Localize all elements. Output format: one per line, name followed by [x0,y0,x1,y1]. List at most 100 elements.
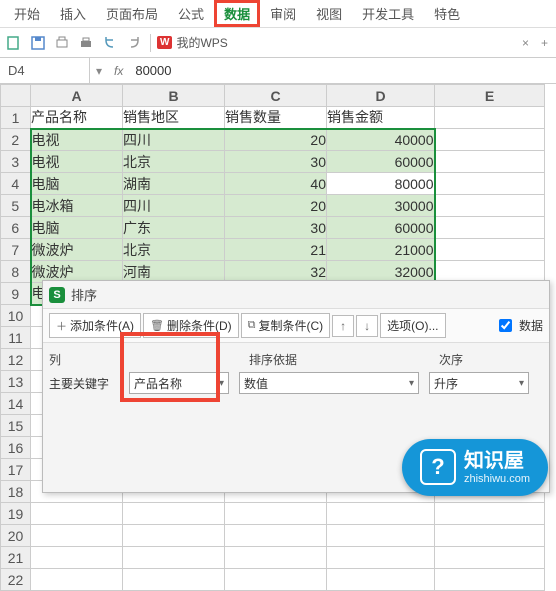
cell[interactable]: 40000 [327,129,435,151]
cell[interactable]: 电冰箱 [31,195,123,217]
cell[interactable]: 湖南 [123,173,225,195]
menu-review[interactable]: 审阅 [260,0,306,27]
print-icon[interactable] [76,33,96,53]
wps-label[interactable]: 我的WPS [176,34,227,51]
cell[interactable] [435,195,545,217]
cell[interactable]: 四川 [123,129,225,151]
row-header[interactable]: 9 [1,283,31,305]
cell[interactable] [435,525,545,547]
cell[interactable] [225,525,327,547]
cell[interactable] [435,547,545,569]
cell[interactable] [31,525,123,547]
cell[interactable] [225,503,327,525]
cell[interactable]: 北京 [123,151,225,173]
cell[interactable]: 产品名称 [31,107,123,129]
cell[interactable] [435,239,545,261]
menu-start[interactable]: 开始 [4,0,50,27]
cell[interactable] [327,503,435,525]
options-button[interactable]: 选项(O)... [380,313,445,338]
menu-special[interactable]: 特色 [424,0,470,27]
cell[interactable] [327,569,435,591]
cell[interactable]: 销售数量 [225,107,327,129]
cell[interactable]: 21 [225,239,327,261]
row-header[interactable]: 21 [1,547,31,569]
cell[interactable] [123,525,225,547]
cell[interactable] [435,503,545,525]
row-header[interactable]: 14 [1,393,31,415]
row-header[interactable]: 6 [1,217,31,239]
new-file-icon[interactable] [4,33,24,53]
col-header-D[interactable]: D [327,85,435,107]
cell[interactable]: 微波炉 [31,239,123,261]
cell[interactable] [31,569,123,591]
cell[interactable]: 电脑 [31,217,123,239]
row-header[interactable]: 1 [1,107,31,129]
name-box-dropdown-icon[interactable]: ▾ [90,64,108,78]
row-header[interactable]: 4 [1,173,31,195]
cell[interactable]: 20 [225,129,327,151]
cell[interactable] [225,547,327,569]
cell[interactable]: 销售地区 [123,107,225,129]
cell[interactable]: 电视 [31,151,123,173]
row-header[interactable]: 13 [1,371,31,393]
header-checkbox[interactable]: 数据 [495,316,543,335]
menu-pagelayout[interactable]: 页面布局 [96,0,168,27]
delete-condition-button[interactable]: 🗑删除条件(D) [143,313,239,338]
tab-add-icon[interactable]: + [541,36,548,50]
row-header[interactable]: 20 [1,525,31,547]
header-checkbox-input[interactable] [499,319,512,332]
col-header-B[interactable]: B [123,85,225,107]
row-header[interactable]: 11 [1,327,31,349]
cell[interactable] [31,503,123,525]
row-header[interactable]: 10 [1,305,31,327]
save-icon[interactable] [28,33,48,53]
cell[interactable] [123,547,225,569]
print-preview-icon[interactable] [52,33,72,53]
cell[interactable] [327,525,435,547]
cell[interactable]: 30000 [327,195,435,217]
col-header-E[interactable]: E [435,85,545,107]
cell[interactable]: 北京 [123,239,225,261]
row-header[interactable]: 12 [1,349,31,371]
col-header-C[interactable]: C [225,85,327,107]
sort-basis-select[interactable]: 数值▾ [239,372,419,394]
cell[interactable] [435,569,545,591]
cell[interactable]: 20 [225,195,327,217]
row-header[interactable]: 17 [1,459,31,481]
menu-view[interactable]: 视图 [306,0,352,27]
row-header[interactable]: 22 [1,569,31,591]
cell[interactable]: 30 [225,151,327,173]
cell[interactable]: 30 [225,217,327,239]
cell[interactable]: 电脑 [31,173,123,195]
cell[interactable] [435,129,545,151]
select-all-corner[interactable] [1,85,31,107]
menu-data[interactable]: 数据 [214,0,260,27]
fx-icon[interactable]: fx [114,64,123,78]
cell[interactable]: 40 [225,173,327,195]
cell[interactable] [123,569,225,591]
move-down-button[interactable]: ↓ [356,315,378,337]
cell[interactable] [31,547,123,569]
row-header[interactable]: 3 [1,151,31,173]
cell-active[interactable]: 80000 [327,173,435,195]
cell[interactable]: 四川 [123,195,225,217]
sort-field-select[interactable]: 产品名称▾ [129,372,229,394]
col-header-A[interactable]: A [31,85,123,107]
row-header[interactable]: 2 [1,129,31,151]
copy-condition-button[interactable]: ⧉复制条件(C) [241,313,331,338]
cell[interactable] [435,151,545,173]
row-header[interactable]: 16 [1,437,31,459]
menu-formula[interactable]: 公式 [168,0,214,27]
row-header[interactable]: 19 [1,503,31,525]
redo-icon[interactable] [124,33,144,53]
row-header[interactable]: 5 [1,195,31,217]
tab-close-icon[interactable]: × [522,36,529,50]
cell[interactable]: 60000 [327,217,435,239]
cell[interactable]: 电视 [31,129,123,151]
row-header[interactable]: 8 [1,261,31,283]
row-header[interactable]: 7 [1,239,31,261]
undo-icon[interactable] [100,33,120,53]
cell[interactable]: 广东 [123,217,225,239]
menu-devtools[interactable]: 开发工具 [352,0,424,27]
cell[interactable] [435,217,545,239]
